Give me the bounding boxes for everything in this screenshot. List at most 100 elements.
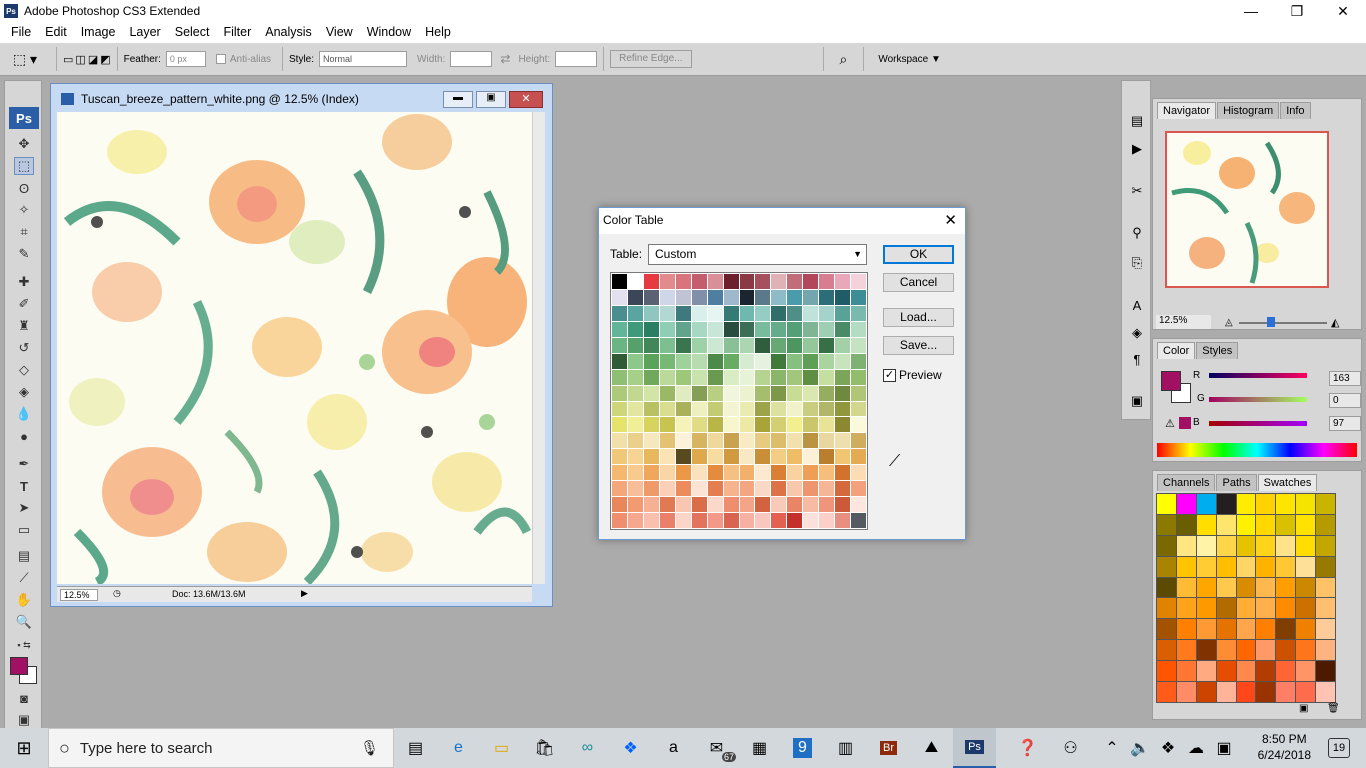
palette-color-cell[interactable]: [627, 465, 643, 481]
height-input[interactable]: [555, 51, 598, 67]
palette-color-cell[interactable]: [755, 481, 771, 497]
tab-navigator[interactable]: Navigator: [1157, 102, 1217, 119]
swatch-cell[interactable]: [1157, 577, 1176, 598]
palette-color-cell[interactable]: [835, 337, 851, 353]
palette-color-cell[interactable]: [803, 321, 819, 337]
workspace-button[interactable]: Workspace ▼: [878, 54, 941, 65]
palette-color-cell[interactable]: [643, 497, 659, 513]
palette-color-cell[interactable]: [675, 433, 691, 449]
palette-color-cell[interactable]: [707, 274, 723, 289]
windows-start-icon[interactable]: ⊞: [0, 728, 48, 768]
r-value-field[interactable]: 163: [1329, 371, 1361, 386]
onedrive-icon[interactable]: ☁: [1182, 728, 1210, 768]
tool-presets-icon[interactable]: ✂: [1127, 181, 1147, 201]
palette-color-cell[interactable]: [612, 401, 627, 417]
palette-color-cell[interactable]: [771, 497, 787, 513]
zoom-slider-track[interactable]: [1239, 322, 1327, 324]
palette-color-cell[interactable]: [739, 513, 755, 528]
palette-color-cell[interactable]: [835, 289, 851, 305]
palette-color-cell[interactable]: [835, 353, 851, 369]
palette-color-cell[interactable]: [851, 497, 866, 513]
palette-color-cell[interactable]: [707, 481, 723, 497]
doc-minimize-button[interactable]: ▬: [443, 91, 473, 108]
swatch-cell[interactable]: [1256, 619, 1276, 640]
bridge-app-icon[interactable]: Br: [867, 728, 910, 768]
layer-comps-icon[interactable]: ▣: [1127, 391, 1147, 411]
calculator-icon[interactable]: ▥: [824, 728, 867, 768]
swatch-cell[interactable]: [1256, 494, 1276, 514]
palette-color-cell[interactable]: [739, 305, 755, 321]
palette-color-cell[interactable]: [803, 481, 819, 497]
table-select[interactable]: Custom ▼: [648, 244, 867, 265]
gamut-warning-icon[interactable]: ⚠: [1165, 417, 1175, 430]
palette-color-cell[interactable]: [627, 417, 643, 433]
swatch-cell[interactable]: [1157, 494, 1176, 514]
palette-color-cell[interactable]: [627, 369, 643, 385]
load-button[interactable]: Load...: [883, 308, 954, 327]
palette-color-cell[interactable]: [787, 353, 803, 369]
palette-color-cell[interactable]: [835, 465, 851, 481]
palette-color-cell[interactable]: [643, 433, 659, 449]
palette-color-cell[interactable]: [707, 401, 723, 417]
marquee-tool-icon[interactable]: ⬚: [14, 157, 34, 175]
swatch-cell[interactable]: [1316, 494, 1335, 514]
palette-color-cell[interactable]: [819, 305, 835, 321]
mail-icon[interactable]: ✉ 67: [695, 728, 738, 768]
swatch-cell[interactable]: [1296, 577, 1316, 598]
b-value-field[interactable]: 97: [1329, 416, 1361, 431]
palette-color-cell[interactable]: [659, 274, 675, 289]
palette-color-cell[interactable]: [739, 353, 755, 369]
tab-paths[interactable]: Paths: [1216, 474, 1257, 491]
swatch-cell[interactable]: [1256, 577, 1276, 598]
palette-color-cell[interactable]: [755, 497, 771, 513]
swatch-cell[interactable]: [1157, 640, 1176, 661]
palette-color-cell[interactable]: [835, 449, 851, 465]
g-slider[interactable]: [1209, 397, 1307, 402]
palette-color-cell[interactable]: [659, 385, 675, 401]
swatch-cell[interactable]: [1216, 682, 1236, 702]
palette-color-cell[interactable]: [707, 369, 723, 385]
tab-channels[interactable]: Channels: [1157, 474, 1216, 491]
intersect-selection-icon[interactable]: ◩: [100, 53, 110, 66]
swatch-cell[interactable]: [1216, 556, 1236, 577]
swatch-cell[interactable]: [1276, 598, 1296, 619]
palette-color-cell[interactable]: [691, 353, 707, 369]
palette-color-cell[interactable]: [755, 449, 771, 465]
palette-color-cell[interactable]: [819, 417, 835, 433]
palette-color-cell[interactable]: [643, 289, 659, 305]
swatch-cell[interactable]: [1196, 661, 1216, 682]
palette-color-cell[interactable]: [643, 305, 659, 321]
palette-color-cell[interactable]: [771, 465, 787, 481]
menu-image[interactable]: Image: [74, 22, 123, 43]
palette-color-cell[interactable]: [803, 289, 819, 305]
palette-color-cell[interactable]: [643, 274, 659, 289]
palette-color-cell[interactable]: [723, 481, 739, 497]
crop-tool-icon[interactable]: ⌗: [14, 223, 34, 241]
swatch-cell[interactable]: [1296, 494, 1316, 514]
palette-color-cell[interactable]: [627, 433, 643, 449]
tab-styles[interactable]: Styles: [1196, 342, 1239, 359]
palette-color-cell[interactable]: [739, 449, 755, 465]
palette-color-cell[interactable]: [707, 321, 723, 337]
palette-color-cell[interactable]: [755, 289, 771, 305]
palette-color-cell[interactable]: [723, 274, 739, 289]
swatch-cell[interactable]: [1236, 682, 1256, 702]
palette-color-cell[interactable]: [723, 305, 739, 321]
palette-color-cell[interactable]: [707, 465, 723, 481]
palette-color-cell[interactable]: [787, 465, 803, 481]
doc-maximize-button[interactable]: ▣: [476, 91, 506, 108]
image-canvas[interactable]: [57, 112, 532, 584]
swatch-cell[interactable]: [1157, 556, 1176, 577]
palette-color-cell[interactable]: [819, 353, 835, 369]
palette-color-cell[interactable]: [851, 385, 866, 401]
palette-color-cell[interactable]: [787, 401, 803, 417]
swatch-cell[interactable]: [1216, 535, 1236, 556]
swatch-cell[interactable]: [1196, 514, 1216, 535]
palette-color-cell[interactable]: [643, 401, 659, 417]
palette-color-cell[interactable]: [787, 433, 803, 449]
palette-color-cell[interactable]: [707, 513, 723, 528]
palette-color-cell[interactable]: [771, 417, 787, 433]
palette-color-cell[interactable]: [819, 289, 835, 305]
people-icon[interactable]: ⚇: [1049, 728, 1092, 768]
palette-color-cell[interactable]: [707, 449, 723, 465]
